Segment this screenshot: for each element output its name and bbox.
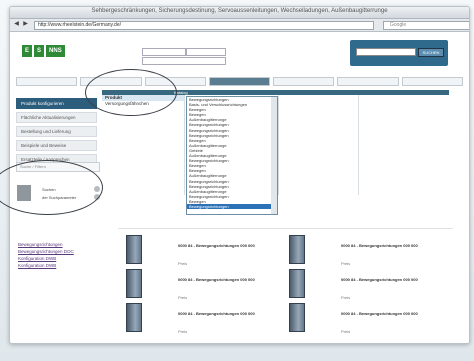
url-field[interactable]: http://www.rheelstein.de/Germany.de/ (34, 21, 374, 30)
product-card[interactable]: 0000 84 - Bewegungsrichtungen 000 (281, 335, 441, 343)
product-row: 0000 84 - Bewegungsrichtungen 0000000 84… (118, 335, 453, 343)
product-title[interactable]: 0000 84 - Bewegungsrichtungen 000 000 (341, 243, 418, 248)
logo-part: NNS (46, 45, 65, 57)
logo-part: E (22, 45, 33, 57)
product-title[interactable]: 0000 84 - Bewegungsrichtungen 000 000 (178, 311, 255, 316)
product-price: Preis (178, 295, 188, 300)
product-image[interactable] (289, 235, 305, 264)
download-links: Bewegungsrichtungen Bewegungsrichtungen … (18, 241, 74, 269)
window-title: Sehbergeschränkungen, Sicherungsdestinun… (91, 8, 388, 14)
sidebar-item-updates[interactable]: Flächliche Aktualisierungen (16, 112, 97, 123)
sidebar: Produkt konfigurieren Flächliche Aktuali… (16, 98, 97, 168)
product-image[interactable] (126, 303, 142, 332)
product-price: Preis (178, 329, 188, 334)
sidebar-item-configure[interactable]: Produkt konfigurieren (16, 98, 97, 109)
header-field-2[interactable] (186, 48, 226, 56)
company-logo[interactable]: E S NNS (22, 45, 65, 57)
tab[interactable] (16, 77, 78, 86)
product-title[interactable]: 0000 84 - Bewegungsrichtungen 000 000 (178, 243, 255, 248)
back-icon[interactable]: ◀ (13, 21, 20, 28)
tab[interactable] (273, 77, 335, 86)
tab[interactable] (337, 77, 399, 86)
tab-active[interactable] (208, 77, 271, 86)
header-field-1[interactable] (142, 48, 186, 56)
logo-part: S (34, 45, 45, 57)
catalog-column-3 (278, 95, 450, 195)
listbox-option[interactable]: Bewegungsrichtungen (187, 203, 277, 210)
product-title[interactable]: 0000 84 - Bewegungsrichtungen 000 000 (341, 311, 418, 316)
listbox-scrollbar[interactable] (271, 97, 277, 214)
site-search-box: SUCHEN (350, 40, 448, 66)
product-card[interactable]: 0000 84 - Bewegungsrichtungen 000 (118, 335, 278, 343)
forward-icon[interactable]: ▶ (22, 21, 29, 28)
product-grid: 0000 84 - Bewegungsrichtungen 000 000 Pre… (118, 228, 453, 343)
product-title[interactable]: 0000 84 - Bewegungsrichtungen 000 000 (178, 277, 255, 282)
header-field-3[interactable] (142, 57, 226, 65)
google-search-field[interactable]: Google (383, 21, 469, 30)
product-price: Preis (341, 261, 351, 266)
download-link[interactable]: Bewegungsrichtungen DOC (18, 248, 74, 255)
product-price: Preis (341, 329, 351, 334)
annotation-circle (85, 69, 177, 116)
sidebar-item-order[interactable]: Bestellung und Lieferung (16, 126, 97, 137)
download-link[interactable]: Konfiguration DWB (18, 262, 74, 269)
product-image[interactable] (289, 269, 305, 298)
tab[interactable] (401, 77, 463, 86)
product-price: Preis (341, 295, 351, 300)
product-image[interactable] (289, 303, 305, 332)
column-divider (358, 95, 359, 195)
site-search-input[interactable] (356, 48, 416, 56)
category-listbox[interactable]: Bewegungsrichtungen Basis- und Verschluss… (186, 96, 278, 215)
title-bar: Sehbergeschränkungen, Sicherungsdestinun… (10, 7, 469, 19)
download-link[interactable]: Bewegungsrichtungen (18, 241, 74, 248)
product-title[interactable]: 0000 84 - Bewegungsrichtungen 000 000 (341, 277, 418, 282)
address-toolbar: ◀ ▶ http://www.rheelstein.de/Germany.de/… (10, 19, 469, 32)
sidebar-item-examples[interactable]: Beispiele und Beweise (16, 140, 97, 151)
main-tabs (16, 77, 463, 86)
download-link[interactable]: Konfiguration DWB (18, 255, 74, 262)
product-image[interactable] (126, 235, 142, 264)
site-search-button[interactable]: SUCHEN (418, 48, 444, 57)
product-image[interactable] (126, 269, 142, 298)
product-price: Preis (178, 261, 188, 266)
